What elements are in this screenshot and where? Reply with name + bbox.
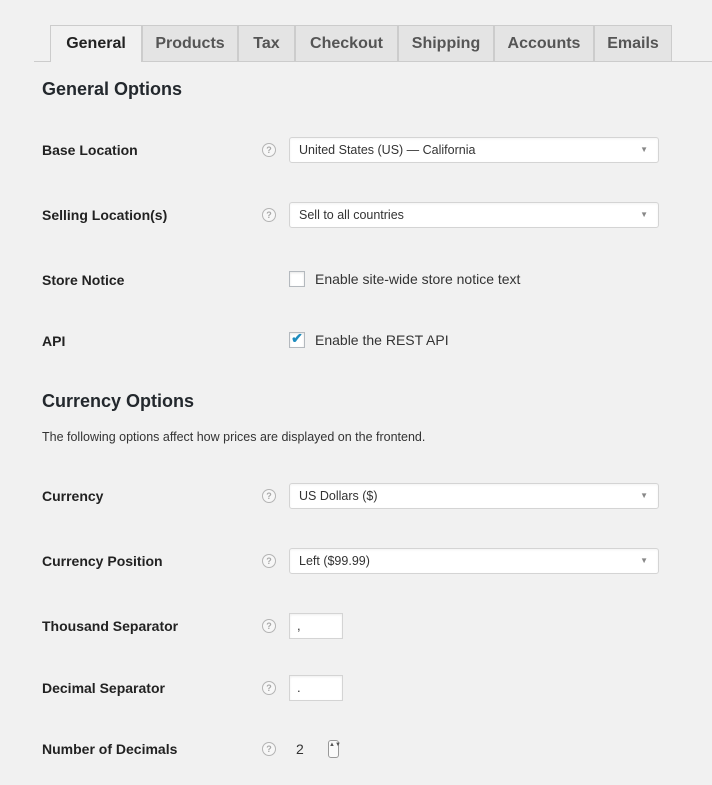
api-label: API bbox=[42, 333, 66, 349]
decimal-separator-help-icon[interactable]: ? bbox=[262, 681, 276, 695]
tab-checkout-label: Checkout bbox=[310, 34, 383, 52]
tab-products[interactable]: Products bbox=[142, 25, 238, 61]
currency-options-description: The following options affect how prices … bbox=[42, 430, 426, 444]
currency-position-help-icon[interactable]: ? bbox=[262, 554, 276, 568]
rest-api-checkbox[interactable]: ✔ bbox=[289, 330, 305, 348]
tab-checkout[interactable]: Checkout bbox=[295, 25, 398, 61]
stepper-arrows-icon[interactable]: ▲▼ bbox=[328, 740, 341, 758]
base-location-help-icon[interactable]: ? bbox=[262, 143, 276, 157]
currency-value: US Dollars ($) bbox=[299, 489, 378, 503]
tab-shipping-label: Shipping bbox=[411, 34, 481, 52]
tab-emails[interactable]: Emails bbox=[594, 25, 672, 61]
store-notice-label: Store Notice bbox=[42, 272, 125, 288]
currency-position-select[interactable]: Left ($99.99) ▼ bbox=[289, 548, 659, 574]
currency-position-label: Currency Position bbox=[42, 553, 163, 569]
tab-tax-label: Tax bbox=[253, 34, 280, 52]
decimal-separator-value: . bbox=[297, 680, 301, 695]
selling-locations-select[interactable]: Sell to all countries ▼ bbox=[289, 202, 659, 228]
settings-tab-bar: General Products Tax Checkout Shipping A… bbox=[0, 0, 712, 62]
base-location-select[interactable]: United States (US) — California ▼ bbox=[289, 137, 659, 163]
tab-products-label: Products bbox=[155, 34, 225, 52]
thousand-separator-label: Thousand Separator bbox=[42, 618, 179, 634]
tab-general[interactable]: General bbox=[50, 25, 142, 62]
base-location-label: Base Location bbox=[42, 142, 138, 158]
tab-accounts-label: Accounts bbox=[507, 34, 581, 52]
currency-help-icon[interactable]: ? bbox=[262, 489, 276, 503]
chevron-down-icon: ▼ bbox=[640, 210, 648, 219]
settings-page: General Products Tax Checkout Shipping A… bbox=[0, 0, 712, 785]
selling-locations-help-icon[interactable]: ? bbox=[262, 208, 276, 222]
selling-locations-label: Selling Location(s) bbox=[42, 207, 168, 223]
selling-locations-value: Sell to all countries bbox=[299, 208, 404, 222]
rest-api-checkbox-label[interactable]: Enable the REST API bbox=[315, 332, 449, 348]
currency-label: Currency bbox=[42, 488, 104, 504]
currency-position-value: Left ($99.99) bbox=[299, 554, 370, 568]
chevron-down-icon: ▼ bbox=[640, 145, 648, 154]
checkmark-icon: ✔ bbox=[291, 330, 303, 346]
store-notice-checkbox[interactable] bbox=[289, 271, 305, 287]
store-notice-checkbox-label[interactable]: Enable site-wide store notice text bbox=[315, 271, 520, 287]
chevron-down-icon: ▼ bbox=[640, 491, 648, 500]
thousand-separator-help-icon[interactable]: ? bbox=[262, 619, 276, 633]
thousand-separator-input[interactable]: , bbox=[289, 613, 343, 639]
thousand-separator-value: , bbox=[297, 618, 301, 633]
number-of-decimals-help-icon[interactable]: ? bbox=[262, 742, 276, 756]
general-options-heading: General Options bbox=[42, 79, 183, 99]
tab-shipping[interactable]: Shipping bbox=[398, 25, 494, 61]
decimal-separator-input[interactable]: . bbox=[289, 675, 343, 701]
tab-accounts[interactable]: Accounts bbox=[494, 25, 594, 61]
currency-options-heading: Currency Options bbox=[42, 391, 195, 411]
number-of-decimals-value: 2 bbox=[296, 741, 304, 757]
decimal-separator-label: Decimal Separator bbox=[42, 680, 165, 696]
number-of-decimals-stepper[interactable]: 2 ▲▼ bbox=[289, 736, 345, 762]
number-of-decimals-label: Number of Decimals bbox=[42, 741, 178, 757]
base-location-value: United States (US) — California bbox=[299, 143, 476, 157]
currency-select[interactable]: US Dollars ($) ▼ bbox=[289, 483, 659, 509]
tab-tax[interactable]: Tax bbox=[238, 25, 295, 61]
chevron-down-icon: ▼ bbox=[640, 556, 648, 565]
tab-emails-label: Emails bbox=[607, 34, 659, 52]
tab-general-label: General bbox=[66, 35, 126, 52]
